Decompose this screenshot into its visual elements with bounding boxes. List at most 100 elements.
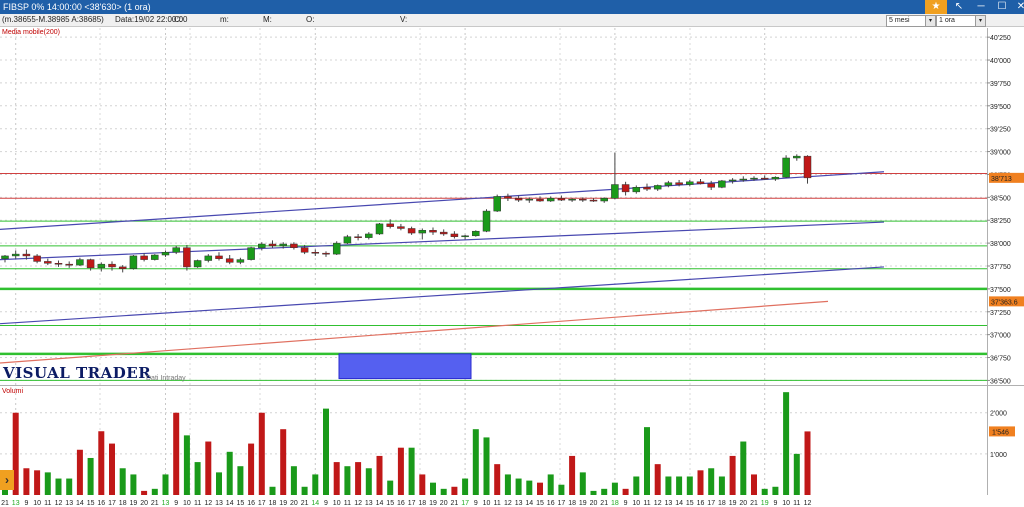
x-tick-label: 19 — [729, 500, 737, 507]
candle-body — [311, 252, 320, 254]
x-tick-label: 13 — [65, 500, 73, 507]
y-tick-label: 39'500 — [990, 104, 1011, 111]
volume-bar — [173, 412, 180, 495]
x-tick-label: 9 — [773, 500, 777, 507]
y-tick-label: 38'500 — [990, 195, 1011, 202]
candle-body — [439, 231, 448, 235]
volume-bar — [55, 478, 62, 495]
x-tick-label: 18 — [119, 500, 127, 507]
volume-bar — [258, 412, 265, 495]
volume-bar — [665, 476, 672, 495]
volume-bar — [151, 488, 158, 495]
y-tick-label: 37'750 — [990, 264, 1011, 271]
candle-body — [1, 255, 9, 259]
volume-bar — [633, 476, 640, 495]
candle-body — [536, 198, 544, 202]
volume-bar — [194, 462, 201, 495]
candle-body — [172, 247, 180, 253]
x-tick-label: 21 — [750, 500, 758, 507]
candle-body — [33, 255, 41, 262]
x-tick-label: 14 — [311, 500, 319, 507]
x-tick-label: 21 — [1, 500, 9, 507]
candle-body — [568, 198, 576, 201]
volume-bar — [558, 484, 565, 495]
x-tick-label: 21 — [301, 500, 309, 507]
candle-body — [140, 255, 148, 260]
chevron-right-icon[interactable]: › — [0, 470, 14, 490]
candle-body — [750, 177, 758, 180]
x-tick-label: 15 — [686, 500, 694, 507]
candle-body — [707, 183, 715, 188]
volume-bar — [76, 449, 83, 495]
volume-bar — [333, 462, 340, 495]
y-tick-label: 37'250 — [990, 310, 1011, 317]
candle-body — [718, 180, 726, 188]
x-tick-label: 20 — [739, 500, 747, 507]
y-tick-label: 36'750 — [990, 356, 1011, 363]
candle-body — [183, 247, 191, 268]
x-tick-label: 10 — [183, 500, 191, 507]
volume-bar — [601, 488, 608, 495]
candle-body — [600, 198, 608, 202]
logo: VISUAL TRADER — [3, 364, 152, 382]
candle-body — [611, 184, 619, 199]
x-tick-label: 17 — [707, 500, 715, 507]
volume-bar — [98, 431, 105, 495]
volume-bar — [290, 466, 297, 495]
x-tick-label: 12 — [654, 500, 662, 507]
x-tick-label: 13 — [365, 500, 373, 507]
x-tick-label: 20 — [590, 500, 598, 507]
x-tick-label: 9 — [474, 500, 478, 507]
candle-body — [97, 263, 106, 269]
volume-bar — [547, 474, 554, 495]
x-tick-label: 19 — [429, 500, 437, 507]
volume-bar — [87, 457, 94, 495]
x-tick-label: 17 — [258, 500, 266, 507]
x-tick-label: 11 — [194, 500, 201, 507]
x-tick-label: 18 — [418, 500, 426, 507]
candle-body — [365, 233, 373, 238]
x-tick-label: 21 — [451, 500, 459, 507]
x-tick-label: 9 — [624, 500, 628, 507]
y-tick-label: 36'500 — [990, 378, 1011, 385]
candle-body — [215, 255, 223, 259]
candle-body — [300, 247, 309, 253]
x-tick-label: 14 — [675, 500, 683, 507]
candle-body — [782, 157, 790, 178]
candle-body — [418, 230, 427, 234]
x-tick-label: 16 — [397, 500, 405, 507]
x-tick-label: 18 — [718, 500, 726, 507]
x-tick-label: 16 — [97, 500, 105, 507]
volume-bar — [280, 429, 287, 495]
volume-bar — [119, 468, 126, 495]
x-tick-label: 10 — [33, 500, 41, 507]
volume-bar — [419, 474, 426, 495]
volume-bar — [34, 470, 41, 495]
x-tick-label: 15 — [386, 500, 394, 507]
volume-bar — [772, 486, 779, 495]
x-tick-label: 13 — [215, 500, 223, 507]
data-source: Dati Intraday — [146, 375, 186, 382]
x-tick-label: 12 — [804, 500, 812, 507]
candle-body — [407, 228, 416, 234]
candle-body — [739, 178, 748, 181]
volume-bar — [483, 437, 490, 495]
candle-body — [247, 247, 255, 260]
x-tick-label: 15 — [536, 500, 544, 507]
y-tick-label: 40'000 — [990, 58, 1011, 65]
candle-body — [322, 252, 330, 255]
x-tick-label: 18 — [611, 500, 619, 507]
volume-bar — [312, 474, 319, 495]
x-tick-label: 15 — [87, 500, 95, 507]
volume-bar — [718, 476, 725, 495]
x-tick-label: 18 — [269, 500, 277, 507]
x-tick-label: 11 — [643, 500, 650, 507]
volume-bar — [109, 443, 115, 495]
volume-bar — [751, 474, 757, 495]
x-tick-label: 9 — [24, 500, 28, 507]
y-tick-label: 37'000 — [990, 333, 1011, 340]
x-tick-label: 18 — [568, 500, 576, 507]
volume-bar — [301, 486, 308, 495]
candle-body — [108, 263, 116, 268]
price-chart[interactable]: 40'250 40'000 39'750 39'500 39'250 39'000 38'7… — [0, 0, 1024, 507]
